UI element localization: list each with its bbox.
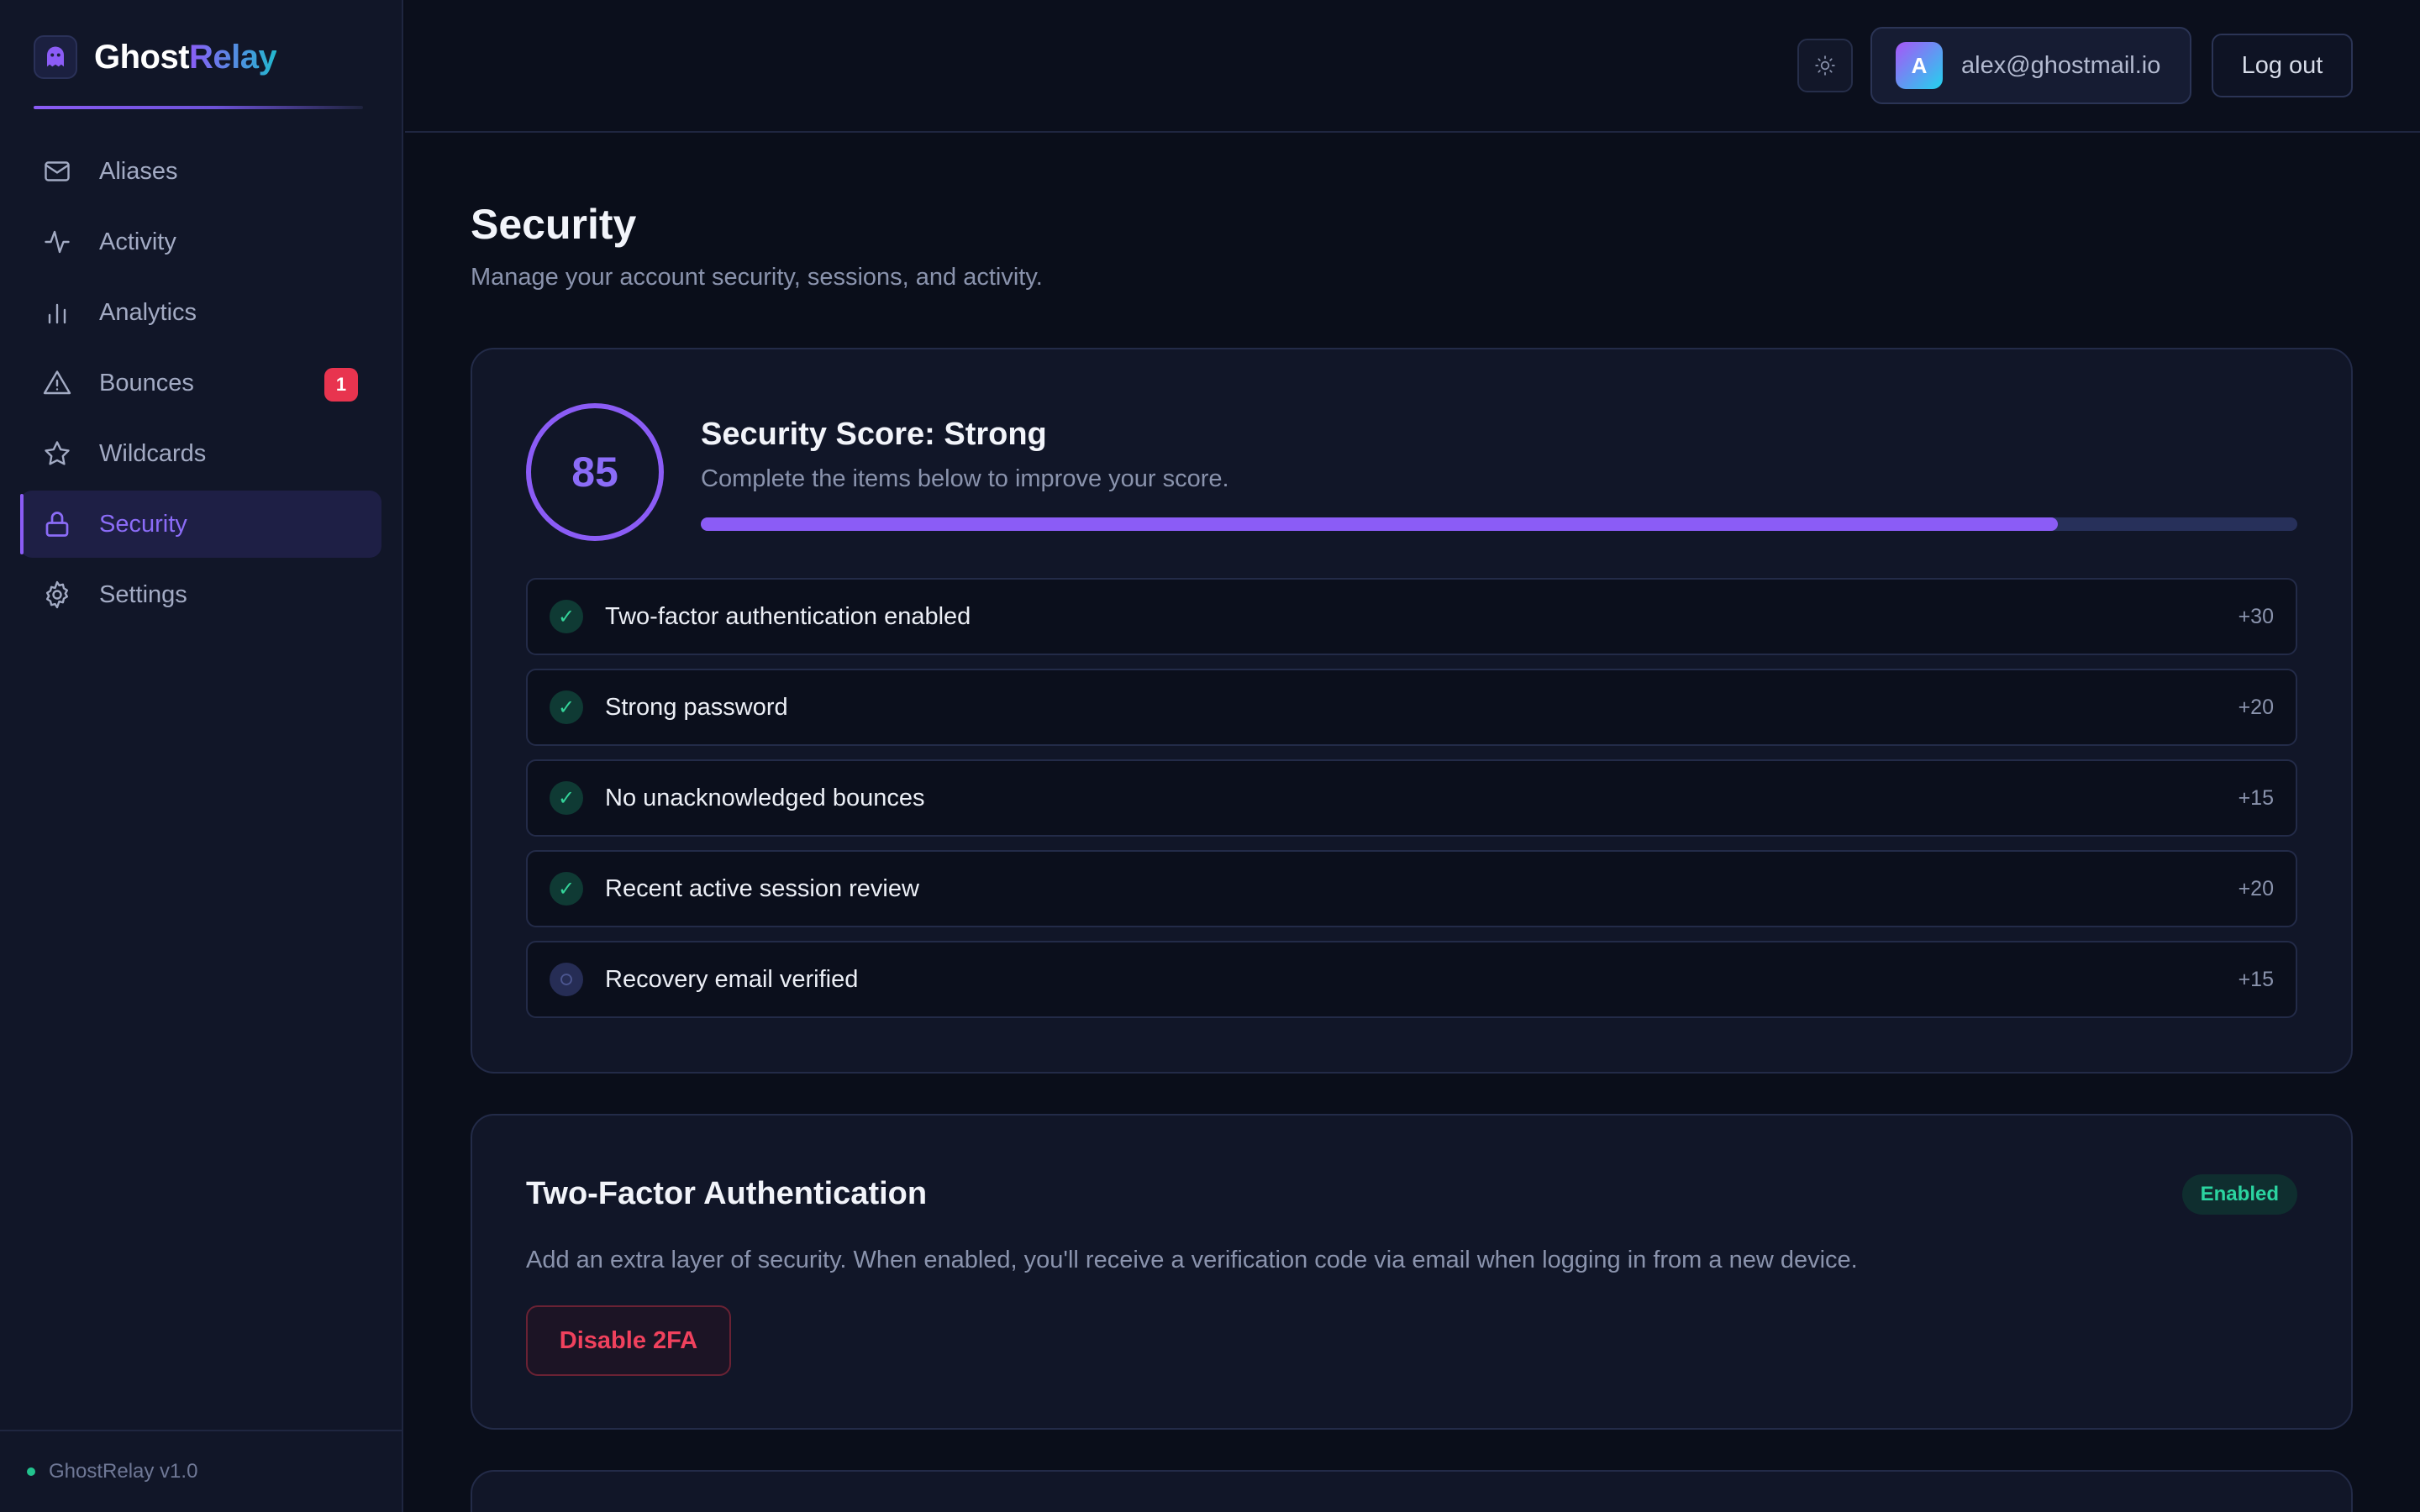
two-factor-title: Two-Factor Authentication xyxy=(526,1176,928,1211)
user-menu[interactable]: A alex@ghostmail.io xyxy=(1870,27,2191,104)
sidebar-item-label: Aliases xyxy=(99,157,178,185)
avatar: A xyxy=(1896,42,1943,89)
logout-button[interactable]: Log out xyxy=(2212,34,2353,97)
brand-name-accent: Relay xyxy=(189,38,277,76)
checklist-item-recovery-email: Recovery email verified +15 xyxy=(526,941,2297,1018)
sidebar-item-analytics[interactable]: Analytics xyxy=(20,279,381,346)
security-score-progress xyxy=(701,517,2297,531)
checklist-item-label: No unacknowledged bounces xyxy=(605,784,925,811)
page-subtitle: Manage your account security, sessions, … xyxy=(471,264,1043,291)
bounces-count-badge: 1 xyxy=(324,368,358,402)
sidebar-item-aliases[interactable]: Aliases xyxy=(20,138,381,205)
two-factor-description: Add an extra layer of security. When ena… xyxy=(526,1247,1858,1273)
checklist-item-sessions: ✓ Recent active session review +20 xyxy=(526,850,2297,927)
status-dot xyxy=(27,1467,35,1476)
checklist-item-label: Recent active session review xyxy=(605,874,919,902)
sidebar-item-settings[interactable]: Settings xyxy=(20,561,381,628)
sidebar-item-bounces[interactable]: Bounces 1 xyxy=(20,349,381,417)
theme-toggle-button[interactable] xyxy=(1797,39,1853,92)
security-score-title: Security Score: Strong xyxy=(701,417,1047,452)
sun-icon xyxy=(1815,55,1835,76)
checklist-item-points: +20 xyxy=(2238,695,2274,719)
checklist-item-password: ✓ Strong password +20 xyxy=(526,669,2297,746)
alert-triangle-icon xyxy=(43,370,71,395)
next-section-card xyxy=(471,1470,2353,1512)
sidebar-item-label: Security xyxy=(99,510,187,538)
activity-icon xyxy=(45,230,70,254)
bar-chart-icon xyxy=(48,303,66,324)
sidebar-item-label: Analytics xyxy=(99,298,197,326)
top-bar: A alex@ghostmail.io Log out xyxy=(405,0,2420,133)
sidebar-item-activity[interactable]: Activity xyxy=(20,208,381,276)
security-checklist: ✓ Two-factor authentication enabled +30 … xyxy=(526,578,2297,1032)
sidebar-item-wildcards[interactable]: Wildcards xyxy=(20,420,381,487)
checklist-item-points: +30 xyxy=(2238,604,2274,628)
security-score-ring: 85 xyxy=(526,403,664,541)
check-icon: ✓ xyxy=(550,690,583,724)
version-label: GhostRelay v1.0 xyxy=(49,1460,198,1483)
check-icon: ✓ xyxy=(550,872,583,906)
checklist-item-points: +15 xyxy=(2238,785,2274,810)
checklist-item-points: +15 xyxy=(2238,967,2274,991)
check-icon: ✓ xyxy=(550,600,583,633)
sidebar-item-label: Bounces xyxy=(99,369,194,396)
brand[interactable]: GhostRelay xyxy=(34,34,277,81)
pending-circle-icon xyxy=(550,963,583,996)
disable-2fa-button[interactable]: Disable 2FA xyxy=(526,1305,731,1376)
checklist-item-label: Strong password xyxy=(605,693,788,721)
page-title: Security xyxy=(471,201,637,248)
status-badge: Enabled xyxy=(2181,1174,2297,1215)
sidebar-footer: GhostRelay v1.0 xyxy=(0,1430,403,1512)
two-factor-card: Two-Factor Authentication Enabled Add an… xyxy=(471,1114,2353,1430)
gear-icon xyxy=(45,580,69,609)
brand-divider xyxy=(34,106,363,109)
security-score-description: Complete the items below to improve your… xyxy=(701,465,1229,492)
brand-name: GhostRelay xyxy=(94,38,277,76)
lock-icon xyxy=(45,512,69,537)
sidebar-item-label: Settings xyxy=(99,580,187,608)
sidebar-item-label: Activity xyxy=(99,228,176,255)
checklist-item-bounces: ✓ No unacknowledged bounces +15 xyxy=(526,759,2297,837)
sidebar-item-security[interactable]: Security xyxy=(20,491,381,558)
app: GhostRelay Aliases Activity Analytics Bo… xyxy=(0,0,2420,1512)
check-icon: ✓ xyxy=(550,781,583,815)
user-email: alex@ghostmail.io xyxy=(1961,51,2161,79)
checklist-item-points: +20 xyxy=(2238,876,2274,900)
checklist-item-label: Two-factor authentication enabled xyxy=(605,602,971,630)
sidebar-item-label: Wildcards xyxy=(99,439,207,467)
sidebar-nav: Aliases Activity Analytics Bounces 1 Wil… xyxy=(20,138,381,632)
mail-icon xyxy=(45,161,70,181)
sidebar: GhostRelay Aliases Activity Analytics Bo… xyxy=(0,0,403,1512)
security-score-card: 85 Security Score: Strong Complete the i… xyxy=(471,348,2353,1074)
ghost-icon xyxy=(34,35,77,79)
checklist-item-2fa: ✓ Two-factor authentication enabled +30 xyxy=(526,578,2297,655)
brand-name-primary: Ghost xyxy=(94,38,190,76)
security-score-progress-fill xyxy=(701,517,2058,531)
checklist-item-label: Recovery email verified xyxy=(605,965,859,993)
star-icon xyxy=(45,441,70,465)
